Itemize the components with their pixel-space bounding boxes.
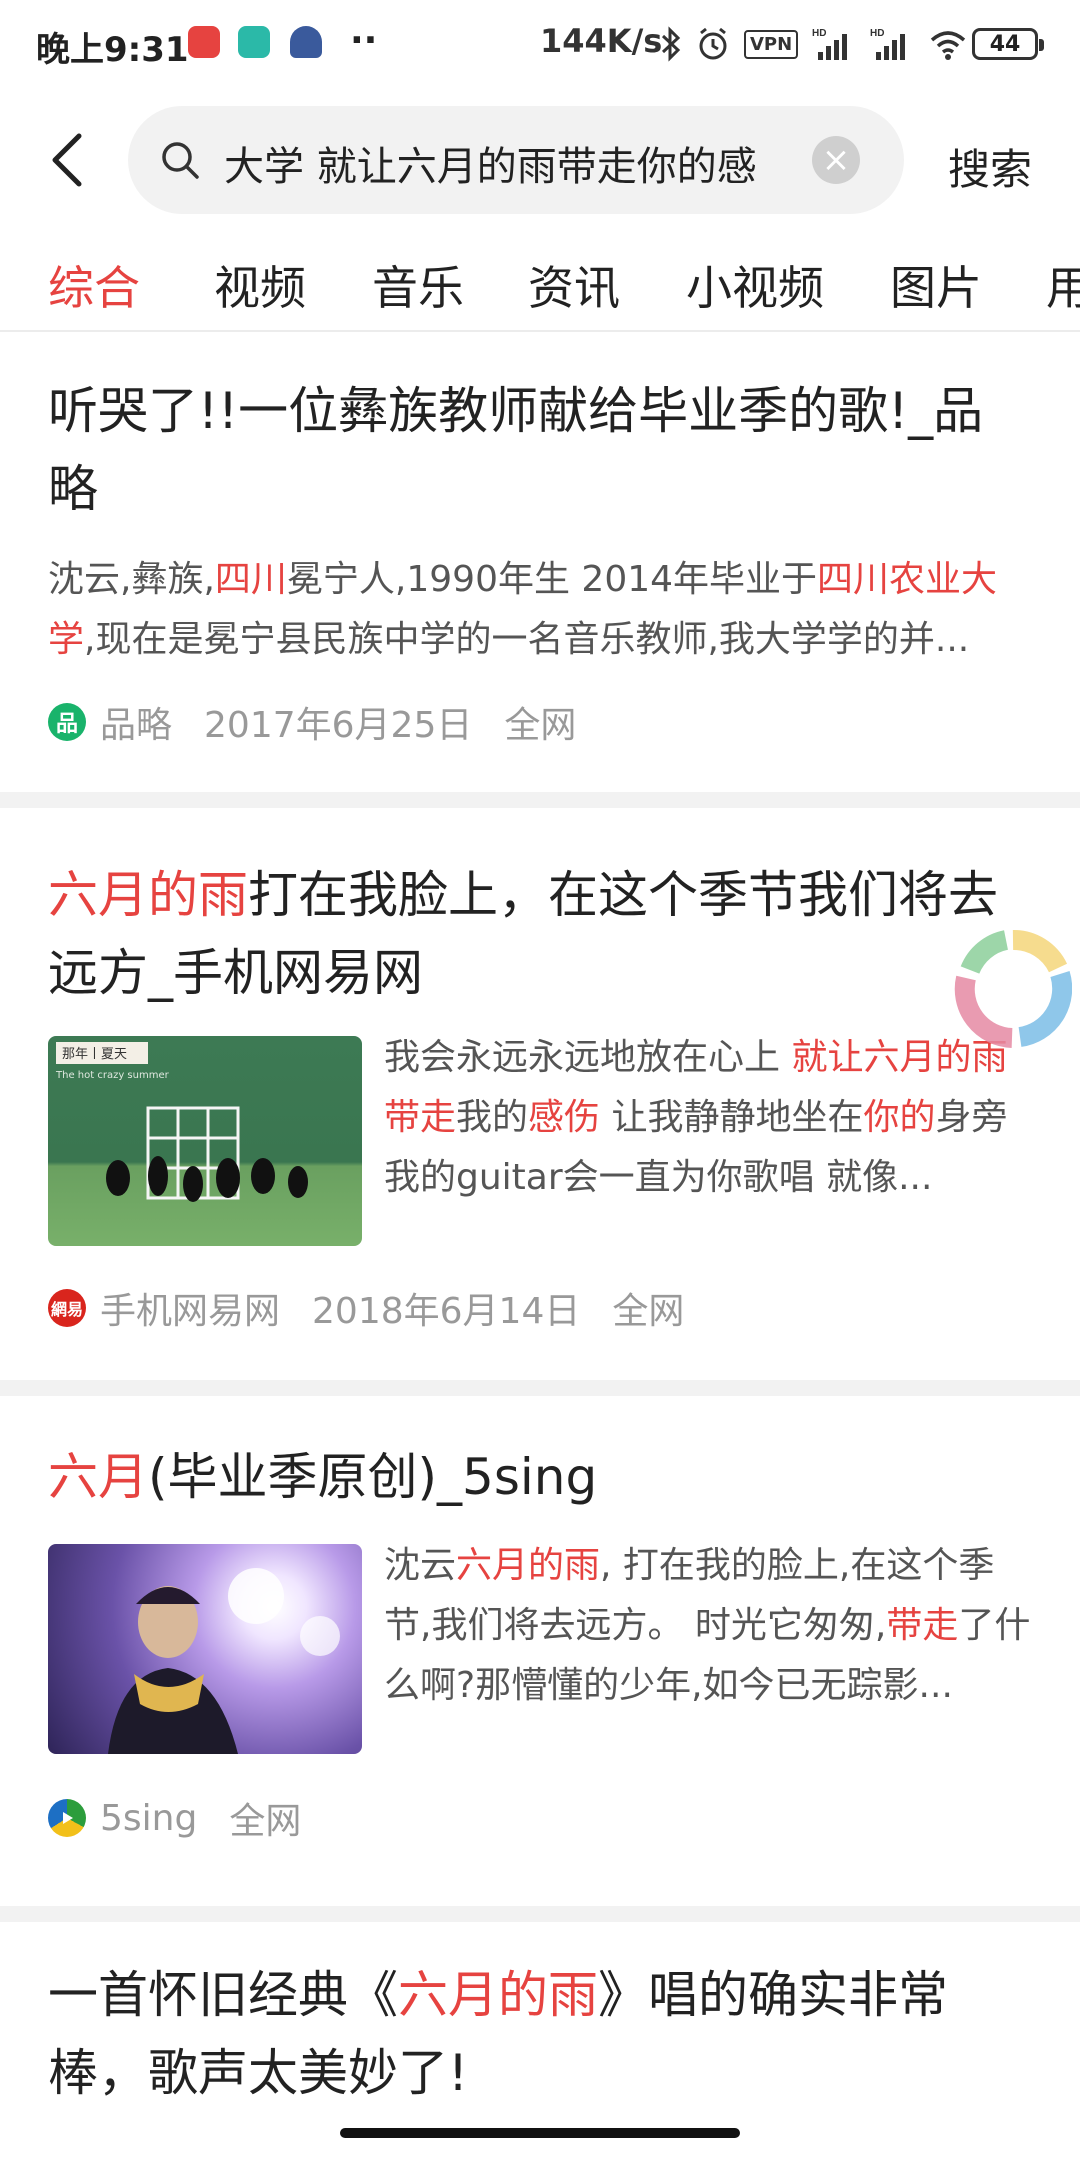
close-icon: × [821,140,851,180]
tab-more[interactable]: 用 [1046,252,1080,318]
pinlue-source-icon: 品 [48,703,86,741]
result-thumbnail[interactable]: 那年丨夏天 The hot crazy summer [48,1036,362,1246]
result-card[interactable]: 听哭了!!一位彝族教师献给毕业季的歌!_品略 沈云,彝族,四川冕宁人,1990年… [0,334,1080,790]
result-meta: 5sing 全网 [48,1792,301,1844]
tab-news[interactable]: 资讯 [528,252,620,318]
result-card[interactable]: 一首怀旧经典《六月的雨》唱的确实非常棒，歌声太美妙了! [0,1922,1080,2158]
back-button[interactable] [36,128,96,192]
vpn-badge: VPN [744,29,799,59]
result-title[interactable]: 六月(毕业季原创)_5sing [48,1438,1028,1516]
result-title[interactable]: 一首怀旧经典《六月的雨》唱的确实非常棒，歌声太美妙了! [48,1956,1028,2112]
result-card[interactable]: 六月(毕业季原创)_5sing 沈云六月的雨, 打在我的脸上,在这个季节,我们将… [0,1396,1080,1906]
result-scope: 全网 [612,1291,685,1332]
signal-hd-icon-1: HD [812,28,848,60]
network-speed: 144K/s [540,22,663,60]
search-input[interactable]: 大学 就让六月的雨带走你的感 × [128,106,904,214]
battery-indicator: 44 [972,28,1044,60]
search-icon [160,140,200,180]
svg-text:HD: HD [870,28,884,39]
tab-images[interactable]: 图片 [890,252,982,318]
home-indicator[interactable] [340,2128,740,2138]
search-header: 大学 就让六月的雨带走你的感 × 搜索 [0,100,1080,220]
separator [0,1906,1080,1922]
alarm-icon [699,27,727,60]
tab-video[interactable]: 视频 [214,252,306,318]
result-snippet: 沈云,彝族,四川冕宁人,1990年生 2014年毕业于四川农业大学,现在是冕宁县… [48,559,998,660]
result-meta: 網易 手机网易网 2018年6月14日 全网 [48,1282,684,1334]
category-tabs: 综合 视频 音乐 资讯 小视频 图片 用 [0,248,1080,332]
search-submit-button[interactable]: 搜索 [948,136,1032,197]
tab-music[interactable]: 音乐 [372,252,464,318]
chevron-left-icon [52,133,82,187]
result-source: 品略 [100,705,173,746]
result-source: 5sing [100,1797,198,1839]
result-title[interactable]: 听哭了!!一位彝族教师献给毕业季的歌!_品略 [48,372,1028,528]
result-scope: 全网 [229,1801,302,1842]
svg-text:The hot crazy summer: The hot crazy summer [55,1070,170,1081]
result-date: 2017年6月25日 [204,705,473,746]
result-meta: 品 品略 2017年6月25日 全网 [48,696,576,748]
result-scope: 全网 [504,705,577,746]
bluetooth-icon [661,26,681,62]
more-notifications-icon: ·· [350,20,378,61]
netease-music-icon [188,26,220,58]
graduation-photo-illustration: 那年丨夏天 The hot crazy summer [55,1042,308,1202]
result-title[interactable]: 六月的雨打在我脸上，在这个季节我们将去远方_手机网易网 [48,856,1028,1012]
netease-source-icon: 網易 [48,1289,86,1327]
result-snippet: 我会永远永远地放在心上 就让六月的雨带走我的感伤 让我静静地坐在你的身旁 我的g… [384,1037,1008,1198]
separator [0,1380,1080,1396]
cat-app-icon [290,26,322,58]
result-thumbnail[interactable] [48,1544,362,1754]
svg-text:HD: HD [812,28,826,39]
status-icons: VPN HD HD [660,24,968,64]
wifi-icon [931,31,966,60]
result-date: 2018年6月14日 [312,1291,581,1332]
tab-comprehensive[interactable]: 综合 [48,252,140,318]
singer-photo-illustration [108,1568,340,1754]
status-time: 晚上9:31 [36,30,189,70]
clear-search-button[interactable]: × [812,136,860,184]
loading-spinner-icon [954,930,1073,1048]
status-bar: 晚上9:31 ·· 144K/s VPN HD HD 44 [0,0,1080,90]
result-source: 手机网易网 [100,1291,281,1332]
5sing-source-icon [48,1799,86,1837]
separator [0,792,1080,808]
search-query-text[interactable]: 大学 就让六月的雨带走你的感 [224,134,824,192]
boss-zhipin-icon [238,26,270,58]
search-results-page: 晚上9:31 ·· 144K/s VPN HD HD 44 大学 就让六月的雨带… [0,0,1080,2158]
signal-hd-icon-2: HD [870,28,906,60]
result-card[interactable]: 六月的雨打在我脸上，在这个季节我们将去远方_手机网易网 那年丨夏天 The ho… [0,808,1080,1380]
tab-short-video[interactable]: 小视频 [686,252,824,318]
svg-text:那年丨夏天: 那年丨夏天 [62,1047,127,1062]
result-snippet: 沈云六月的雨, 打在我的脸上,在这个季节,我们将去远方。 时光它匆匆,带走了什么… [384,1545,1031,1706]
